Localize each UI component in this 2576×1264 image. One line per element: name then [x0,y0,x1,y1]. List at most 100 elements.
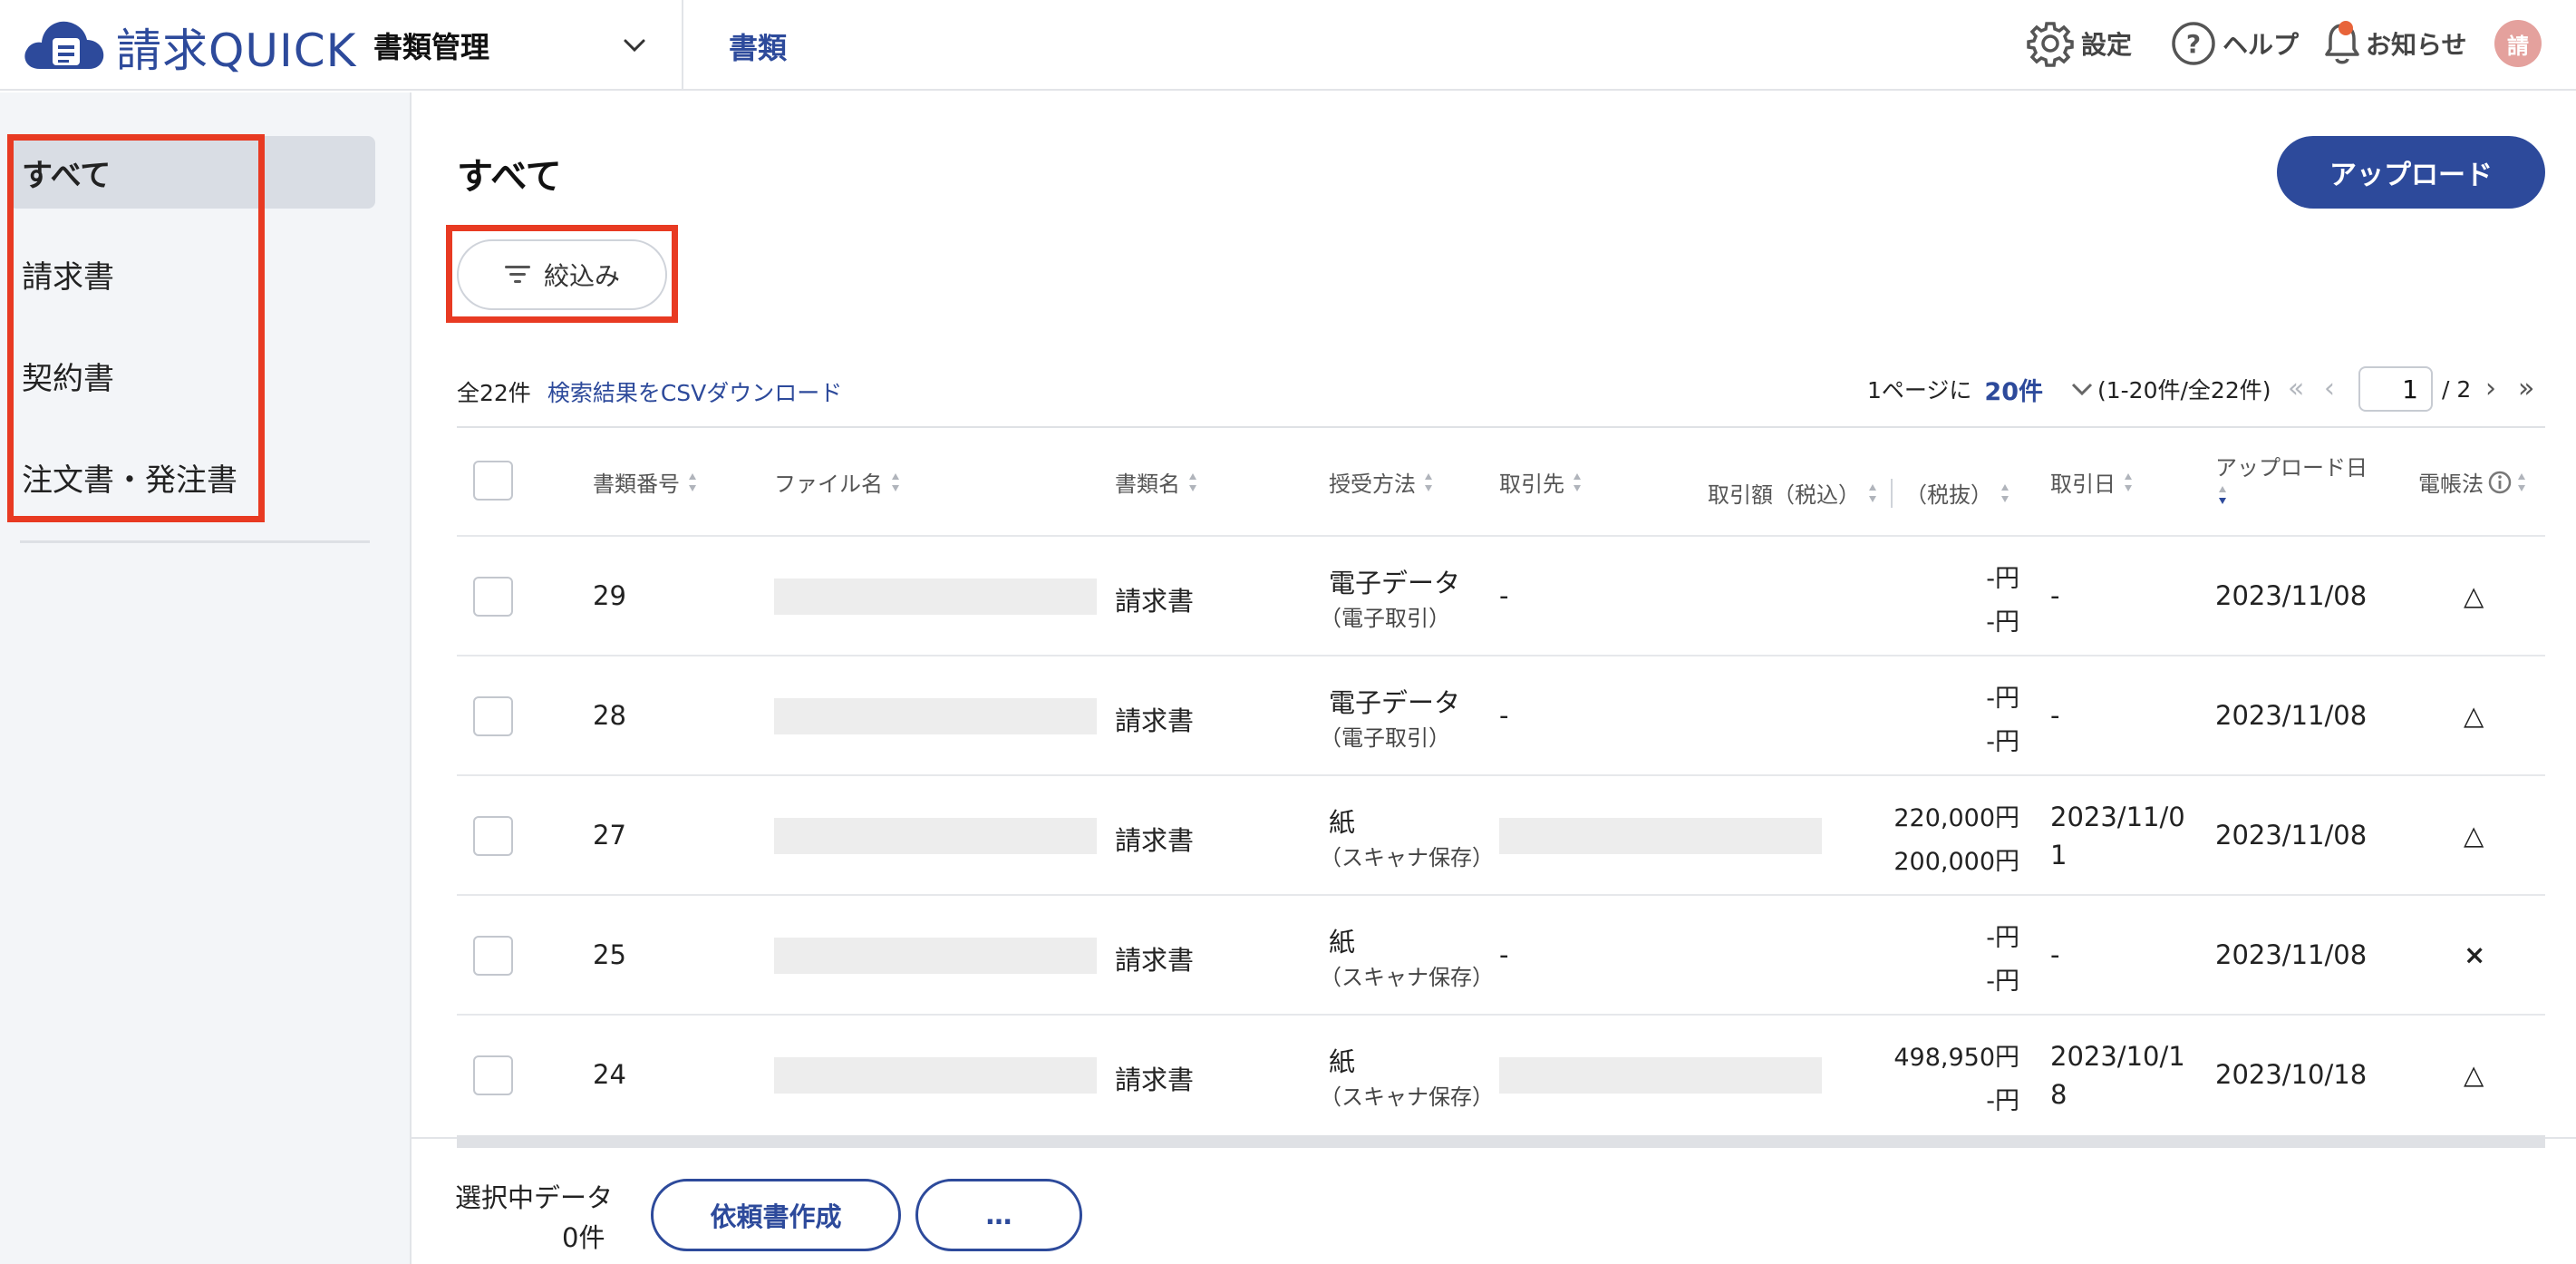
table-top-border [457,426,2545,428]
col-header-amount-incl[interactable]: 取引額（税込） （税抜） [1708,477,2010,509]
select-all-checkbox[interactable] [473,461,513,501]
row-divider [457,655,2545,656]
notifications-label: お知らせ [2366,30,2467,60]
col-header-doc-type[interactable]: 書類名 [1115,466,1198,498]
gear-icon [2027,22,2074,67]
notifications-link[interactable]: お知らせ [2324,16,2466,71]
doc-number: 28 [593,700,626,731]
module-select[interactable]: 書類管理 [373,0,682,91]
filter-button[interactable]: 絞込み [457,239,667,310]
col-header-upload-date[interactable]: アップロード日 [2215,450,2368,507]
sort-icon [892,472,899,491]
col-header-method[interactable]: 授受方法 [1329,466,1434,498]
trade-date: - [2050,580,2060,611]
sidebar-item-contracts[interactable]: 契約書 [9,339,375,412]
col-label: 取引額（税込） [1708,482,1860,508]
doc-number: 29 [593,580,626,611]
amount-incl: -円 [1986,924,2019,952]
per-page-prefix: 1ページに [1867,377,1972,404]
method-sub: （スキャナ保存） [1320,965,1494,990]
col-header-ledger-law[interactable]: 電帳法 [2418,466,2527,498]
amount-incl: -円 [1986,565,2019,593]
doc-type: 請求書 [1115,586,1195,617]
amount-incl: -円 [1986,685,2019,713]
total-count: 全22件 [457,380,531,406]
selected-data-label: 選択中データ [455,1182,614,1213]
trade-date-wrap: 8 [2050,1079,2068,1110]
settings-link[interactable]: 設定 [2025,16,2132,71]
row-checkbox[interactable] [473,816,513,856]
more-actions-button[interactable]: … [915,1179,1082,1251]
prev-page-icon[interactable]: ‹ [2324,374,2335,404]
info-icon[interactable] [2487,470,2513,495]
col-label: 書類名 [1115,472,1180,497]
chevron-down-icon [2071,383,2093,396]
page-number-input[interactable] [2358,366,2433,412]
sort-icon [1869,483,1876,502]
last-page-icon[interactable]: » [2518,374,2534,404]
header-divider [682,0,683,91]
row-checkbox[interactable] [473,696,513,736]
col-header-file-name[interactable]: ファイル名 [774,466,901,498]
method-sub: （電子取引） [1320,725,1450,751]
sort-icon [1189,472,1196,491]
col-header-trade-date[interactable]: 取引日 [2050,466,2134,498]
nav-documents-link[interactable]: 書類 [729,25,787,67]
upload-button[interactable]: アップロード [2277,136,2545,209]
method: 紙 [1329,807,1356,838]
method-sub: （電子取引） [1320,606,1450,631]
per-page-select[interactable]: 1ページに 20件 [1867,366,2097,412]
sort-icon [2001,483,2009,502]
help-link[interactable]: ? ヘルプ [2170,16,2299,71]
file-name-redacted [774,579,1097,615]
upload-date: 2023/11/08 [2215,820,2368,851]
row-checkbox[interactable] [473,936,513,976]
ledger-law-status: × [2464,939,2486,970]
doc-number: 27 [593,820,626,851]
file-name-redacted [774,1057,1097,1094]
sidebar-item-invoices[interactable]: 請求書 [9,238,375,310]
col-label: 書類番号 [593,472,680,497]
trade-date: - [2050,700,2060,731]
partner-redacted [1499,1057,1822,1094]
ledger-law-status: △ [2464,820,2484,851]
col-label: 電帳法 [2418,472,2484,497]
col-label: 授受方法 [1329,472,1416,497]
method: 紙 [1329,1046,1356,1077]
partner: - [1499,939,1509,970]
col-header-doc-no[interactable]: 書類番号 [593,466,698,498]
method: 電子データ [1329,687,1461,718]
col-header-partner[interactable]: 取引先 [1499,466,1583,498]
doc-type: 請求書 [1115,1065,1195,1095]
col-label: アップロード日 [2215,455,2368,481]
row-checkbox[interactable] [473,577,513,617]
col-label: 取引先 [1499,472,1564,497]
chevron-down-icon [624,39,645,53]
notification-badge [2339,21,2353,35]
sidebar-item-orders[interactable]: 注文書・発注書 [9,441,375,513]
amount-incl: 220,000円 [1893,804,2019,832]
trade-date: 2023/10/1 [2050,1041,2185,1072]
create-request-button[interactable]: 依頼書作成 [651,1179,901,1251]
upload-date: 2023/11/08 [2215,939,2368,970]
help-label: ヘルプ [2223,30,2300,60]
file-name-redacted [774,938,1097,974]
amount-excl: -円 [1986,1087,2019,1115]
sort-desc-icon [2219,486,2226,504]
table-header-border [457,535,2545,537]
selected-data-count: 0件 [562,1222,605,1253]
col-divider [1891,478,1893,508]
sort-icon [689,472,696,491]
module-label: 書類管理 [373,30,490,64]
user-avatar[interactable]: 請 [2494,20,2542,67]
next-page-icon[interactable]: › [2485,374,2496,404]
csv-download-link[interactable]: 検索結果をCSVダウンロード [547,375,842,408]
per-page-value: 20件 [1984,377,2043,406]
first-page-icon[interactable]: « [2288,374,2304,404]
upload-date: 2023/11/08 [2215,580,2368,611]
sidebar-item-all[interactable]: すべて [9,136,375,209]
row-checkbox[interactable] [473,1055,513,1095]
svg-text:?: ? [2186,29,2201,59]
amount-excl: 200,000円 [1893,848,2019,876]
amount-excl: -円 [1986,967,2019,996]
